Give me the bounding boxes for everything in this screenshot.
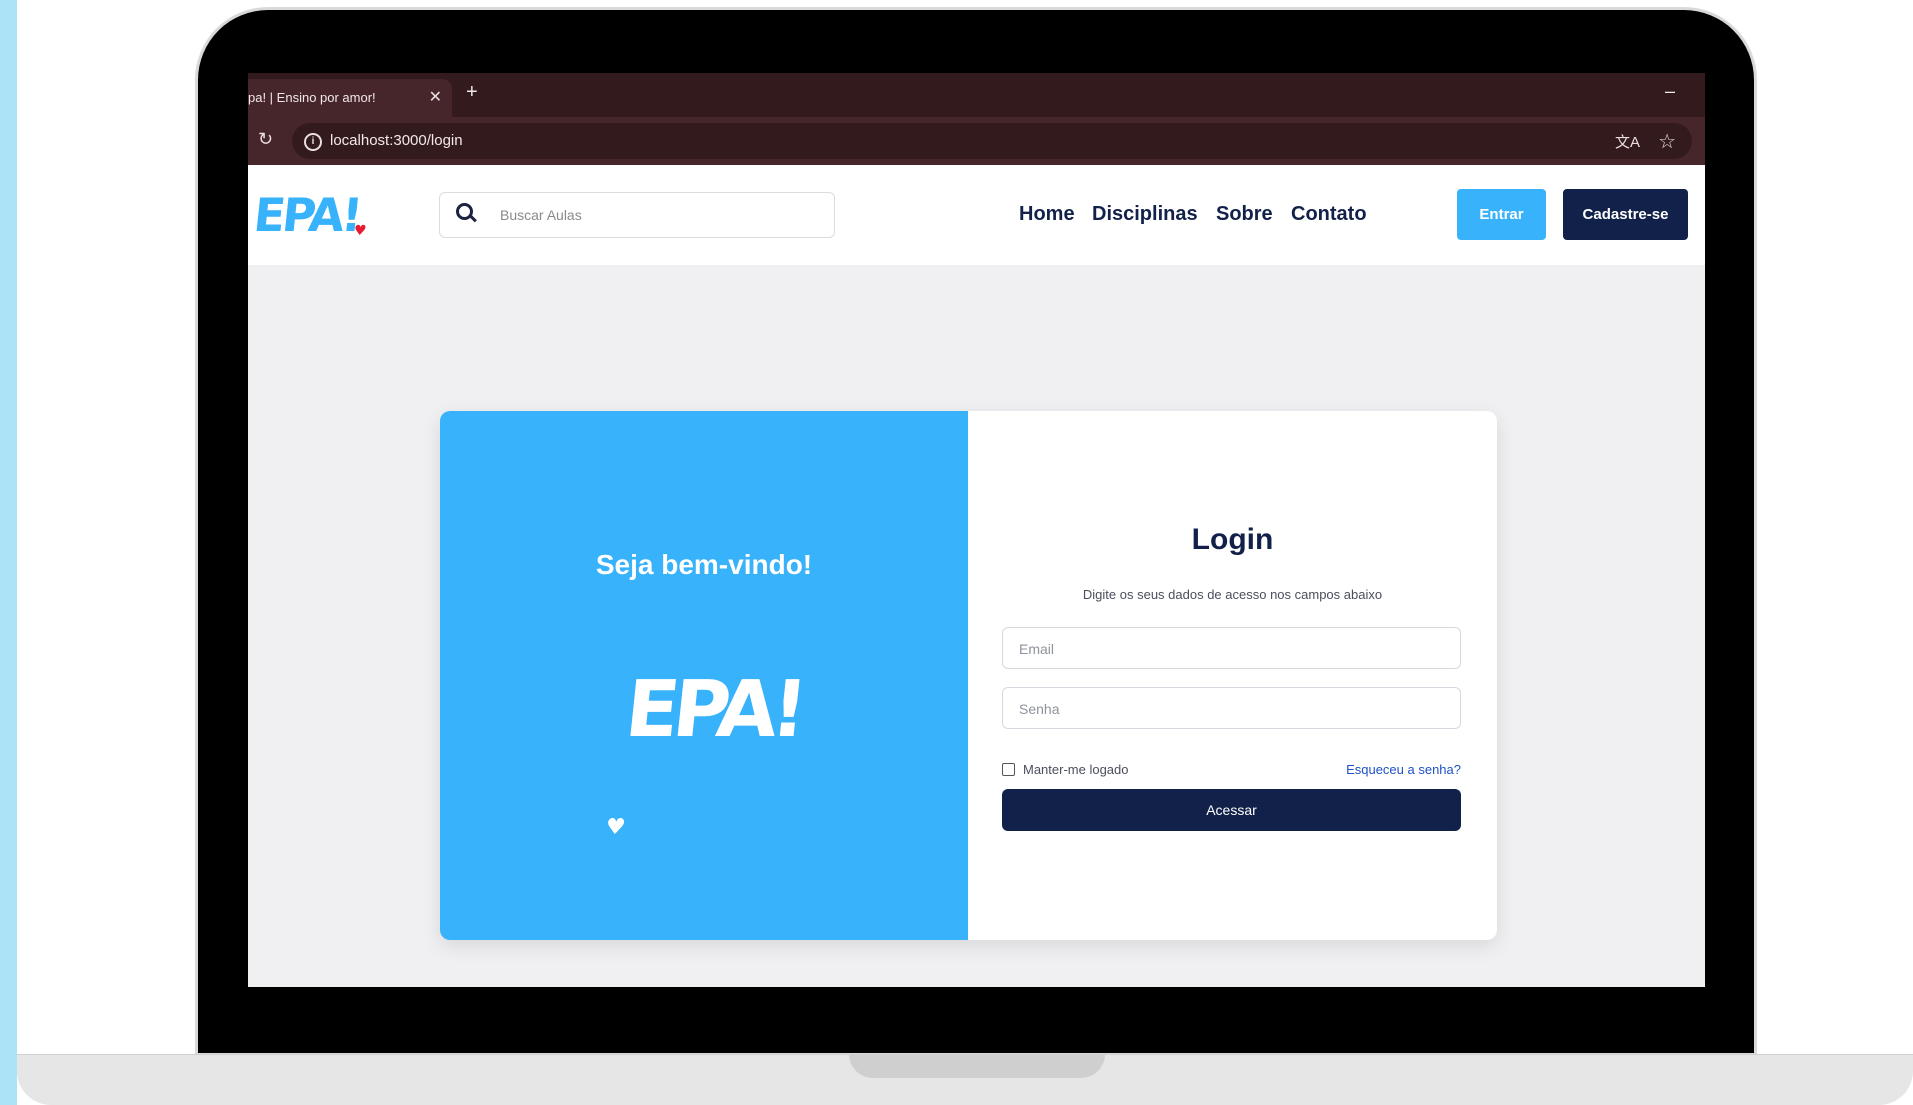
email-placeholder: Email [1019, 641, 1055, 657]
welcome-panel: Seja bem-vindo! EPA! ♥ [440, 411, 968, 940]
reload-icon[interactable]: ↻ [258, 129, 273, 150]
login-title: Login [1191, 523, 1274, 556]
search-placeholder: Buscar Aulas [500, 207, 582, 223]
login-form: Login Digite os seus dados de acesso nos… [968, 411, 1497, 940]
nav-disciplinas[interactable]: Disciplinas [1092, 203, 1198, 226]
omnibox[interactable]: i localhost:3000/login 文A ☆ [292, 123, 1692, 159]
password-field[interactable]: Senha [1002, 687, 1461, 729]
password-placeholder: Senha [1019, 701, 1060, 717]
site-logo[interactable]: EPA!♥ [251, 188, 372, 242]
login-subtitle: Digite os seus dados de acesso nos campo… [1082, 587, 1383, 602]
remember-label: Manter-me logado [1023, 762, 1129, 777]
browser-address-bar: ↻ i localhost:3000/login 文A ☆ [248, 117, 1705, 165]
nav-home[interactable]: Home [1019, 203, 1075, 226]
search-icon [456, 203, 477, 223]
close-icon[interactable]: ✕ [429, 87, 442, 107]
heart-icon: ♥ [352, 223, 365, 239]
heart-icon: ♥ [604, 815, 621, 840]
checkbox-icon[interactable] [1002, 763, 1015, 776]
login-card: Seja bem-vindo! EPA! ♥ Login Digite os se… [440, 411, 1497, 940]
nav-contato[interactable]: Contato [1291, 203, 1367, 226]
forgot-password-link[interactable]: Esqueceu a senha? [1346, 762, 1461, 777]
translate-icon[interactable]: 文A [1615, 131, 1640, 152]
login-button[interactable]: Entrar [1457, 189, 1546, 240]
welcome-heading: Seja bem-vindo! [595, 549, 813, 580]
laptop-screen: pa! | Ensino por amor! ✕ + – ↻ i localho… [248, 73, 1705, 987]
plus-icon[interactable]: + [466, 81, 478, 104]
minimize-icon[interactable]: – [1665, 81, 1675, 102]
remember-me[interactable]: Manter-me logado [1002, 762, 1129, 777]
search-input[interactable]: Buscar Aulas [439, 192, 835, 238]
star-icon[interactable]: ☆ [1658, 129, 1676, 154]
welcome-logo-text: EPA! [621, 665, 806, 755]
site-header: EPA!♥ Buscar Aulas Home Disciplinas Sobr… [248, 165, 1705, 265]
background-strip [0, 0, 17, 1105]
email-field[interactable]: Email [1002, 627, 1461, 669]
info-icon[interactable]: i [304, 133, 322, 151]
logo-text: EPA! [251, 188, 363, 242]
submit-button[interactable]: Acessar [1002, 789, 1461, 831]
laptop-notch [849, 1054, 1105, 1078]
welcome-logo: EPA! ♥ [604, 665, 806, 840]
url-text[interactable]: localhost:3000/login [330, 132, 463, 149]
nav-sobre[interactable]: Sobre [1216, 203, 1273, 226]
browser-tab[interactable]: pa! | Ensino por amor! ✕ [248, 79, 452, 117]
tab-title: pa! | Ensino por amor! [248, 90, 376, 105]
browser-tab-bar: pa! | Ensino por amor! ✕ + – [248, 73, 1705, 117]
signup-button[interactable]: Cadastre-se [1563, 189, 1688, 240]
